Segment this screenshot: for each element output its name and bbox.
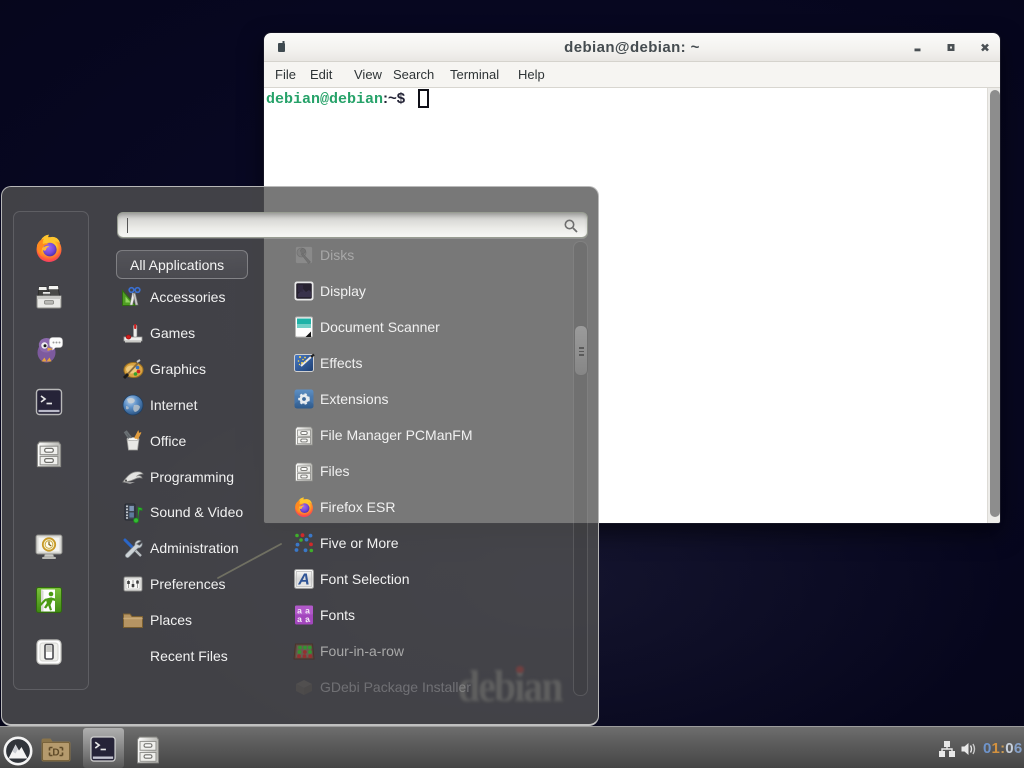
svg-text:D: D bbox=[52, 748, 59, 759]
svg-text:A: A bbox=[297, 572, 310, 589]
svg-text:a: a bbox=[297, 614, 302, 624]
